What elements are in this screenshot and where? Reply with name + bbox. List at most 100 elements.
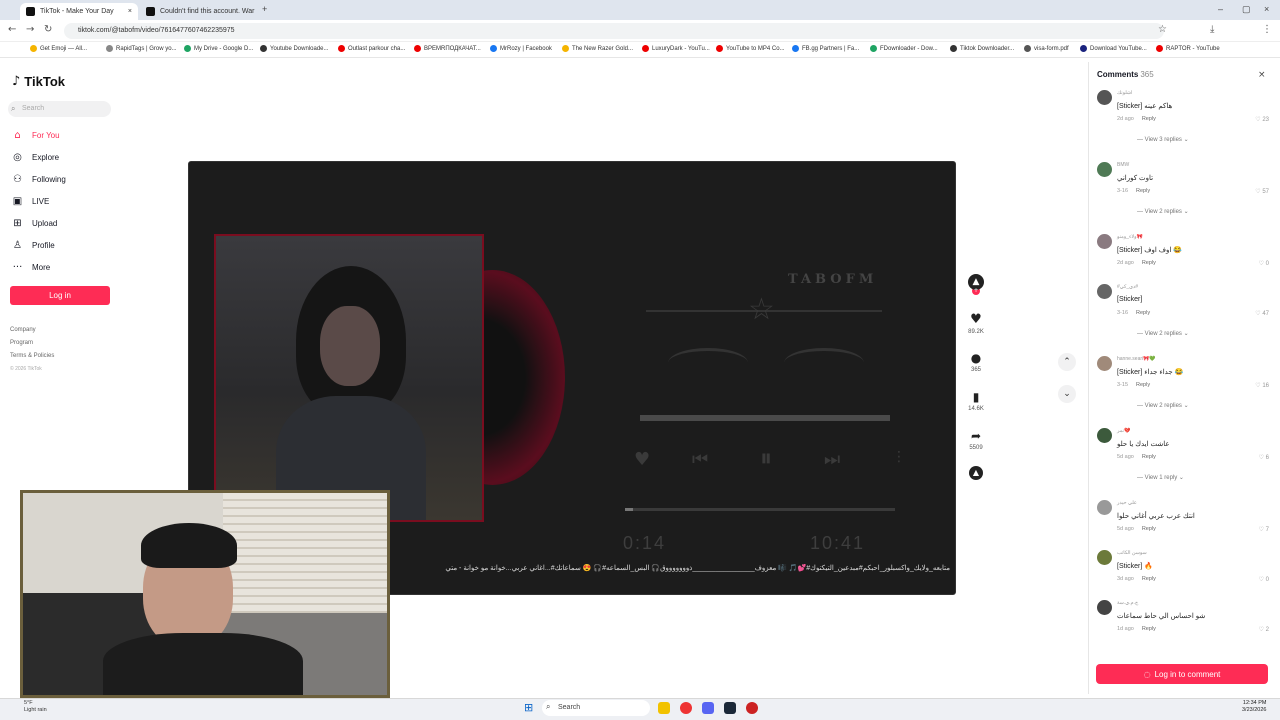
comment-like[interactable]: ♡ 0	[1259, 576, 1269, 583]
footer-link-program[interactable]: Program	[10, 340, 33, 346]
window-close-icon[interactable]: ×	[1264, 4, 1269, 14]
reply-button[interactable]: Reply	[1136, 382, 1150, 388]
comment-username[interactable]: #دي_كي#	[1117, 284, 1138, 290]
star-icon[interactable]: ☆	[1158, 24, 1167, 35]
bookmark[interactable]: RapidTags | Grow yo...	[106, 45, 177, 52]
sidebar-item-profile[interactable]: ♙ Profile	[12, 240, 55, 251]
bookmark[interactable]: The New Razer Gold...	[562, 45, 633, 52]
bookmark[interactable]: FB.gg Partners | Fa...	[792, 45, 859, 52]
view-replies-button[interactable]: — View 2 replies ⌄	[1137, 402, 1189, 409]
avatar[interactable]	[1097, 500, 1112, 515]
bookmark[interactable]: Tiktok Downloader...	[950, 45, 1014, 52]
footer-link-terms[interactable]: Terms & Policies	[10, 353, 54, 359]
reply-button[interactable]: Reply	[1142, 526, 1156, 532]
avatar[interactable]	[1097, 234, 1112, 249]
comment-like[interactable]: ♡ 0	[1259, 260, 1269, 267]
creator-avatar[interactable]: ▲ +	[964, 274, 988, 295]
view-replies-button[interactable]: — View 2 replies ⌄	[1137, 330, 1189, 337]
app-icon[interactable]	[746, 702, 758, 714]
system-clock[interactable]: 12:34 PM 3/23/2026	[1242, 700, 1266, 714]
bookmark[interactable]: YouTube to MP4 Co...	[716, 45, 785, 52]
sidebar-item-live[interactable]: ▣ LIVE	[12, 196, 50, 207]
close-icon[interactable]: ×	[1258, 70, 1266, 80]
comment-button[interactable]: ● 365	[964, 351, 988, 373]
comment-like[interactable]: ♡ 7	[1259, 526, 1269, 533]
minimize-icon[interactable]: –	[1218, 4, 1223, 14]
comment-username[interactable]: ولاء_ومنو🎀	[1117, 234, 1143, 240]
bookmark[interactable]: visa-form.pdf	[1024, 45, 1069, 52]
comment-like[interactable]: ♡ 23	[1255, 116, 1269, 123]
avatar[interactable]	[1097, 600, 1112, 615]
maximize-icon[interactable]: ▢	[1242, 4, 1251, 15]
reply-button[interactable]: Reply	[1142, 576, 1156, 582]
comment-username[interactable]: علي حيدر	[1117, 500, 1137, 506]
comment-like[interactable]: ♡ 16	[1255, 382, 1269, 389]
comment-username[interactable]: اشلونك	[1117, 90, 1132, 96]
sidebar-item-following[interactable]: ⚇ Following	[12, 174, 66, 185]
comment-like[interactable]: ♡ 47	[1255, 310, 1269, 317]
address-bar[interactable]: tiktok.com/@tabofm/video/761647760746223…	[64, 23, 1164, 39]
bookmark[interactable]: RAPTOR - YouTube	[1156, 45, 1220, 52]
share-button[interactable]: ➦ 5509	[964, 429, 988, 451]
comment-username[interactable]: BMW	[1117, 162, 1129, 168]
taskbar-search[interactable]: Search	[542, 700, 650, 716]
search-input[interactable]: Search	[8, 101, 111, 117]
avatar[interactable]	[1097, 428, 1112, 443]
bookmark[interactable]: LuxuryDark - YouTu...	[642, 45, 710, 52]
sidebar-item-upload[interactable]: ⊞ Upload	[12, 218, 57, 229]
save-button[interactable]: ▮ 14.6K	[964, 390, 988, 412]
login-button[interactable]: Log in	[10, 286, 110, 305]
tab-tiktok[interactable]: TikTok - Make Your Day ×	[20, 3, 138, 20]
comment-username[interactable]: سوسن الكاتب	[1117, 550, 1147, 556]
avatar[interactable]	[1097, 90, 1112, 105]
view-replies-button[interactable]: — View 3 replies ⌄	[1137, 136, 1189, 143]
next-video-button[interactable]: ⌄	[1058, 385, 1076, 403]
view-replies-button[interactable]: — View 1 reply ⌄	[1137, 474, 1184, 481]
start-windows-icon[interactable]: ⊞	[524, 701, 533, 714]
menu-icon[interactable]: ⋮	[1262, 24, 1272, 35]
like-button[interactable]: ♥ 89.2K	[964, 312, 988, 335]
bookmark[interactable]: Get Emoji — All...	[30, 45, 87, 52]
login-to-comment-button[interactable]: ◌ Log in to comment	[1096, 664, 1268, 684]
download-icon[interactable]: ⤓	[1210, 24, 1214, 35]
file-explorer-icon[interactable]	[658, 702, 670, 714]
bookmark[interactable]: Outlast parkour cha...	[338, 45, 405, 52]
bookmark[interactable]: BPEMRПОДКАЧАТ...	[414, 45, 481, 52]
sidebar-item-explore[interactable]: ◎ Explore	[12, 152, 59, 163]
close-icon[interactable]: ×	[128, 8, 132, 15]
chrome-icon[interactable]	[680, 702, 692, 714]
bookmark[interactable]: My Drive - Google D...	[184, 45, 253, 52]
comment-like[interactable]: ♡ 57	[1255, 188, 1269, 195]
music-disc[interactable]: ▲	[964, 466, 988, 480]
comment-like[interactable]: ♡ 6	[1259, 454, 1269, 461]
tab-account[interactable]: Couldn't find this account. War ×	[140, 3, 258, 20]
tiktok-logo[interactable]: ♪ TikTok	[12, 74, 65, 89]
back-icon[interactable]: ←	[8, 24, 16, 35]
bookmark[interactable]: Download YouTube...	[1080, 45, 1147, 52]
reply-button[interactable]: Reply	[1142, 626, 1156, 632]
bookmark[interactable]: Youtube Downloade...	[260, 45, 329, 52]
reload-icon[interactable]: ↻	[44, 24, 52, 35]
sidebar-item-for-you[interactable]: ⌂ For You	[12, 130, 59, 141]
reply-button[interactable]: Reply	[1136, 310, 1150, 316]
reply-button[interactable]: Reply	[1136, 188, 1150, 194]
steam-icon[interactable]	[724, 702, 736, 714]
footer-link-company[interactable]: Company	[10, 327, 36, 333]
weather-widget[interactable]: 5°F Light rain	[24, 700, 47, 714]
comment-like[interactable]: ♡ 2	[1259, 626, 1269, 633]
previous-video-button[interactable]: ⌃	[1058, 353, 1076, 371]
forward-icon[interactable]: →	[26, 24, 34, 35]
avatar[interactable]	[1097, 356, 1112, 371]
discord-icon[interactable]	[702, 702, 714, 714]
bookmark[interactable]: MrRozy | Facebook	[490, 45, 552, 52]
new-tab-icon[interactable]: +	[262, 4, 267, 14]
reply-button[interactable]: Reply	[1142, 116, 1156, 122]
bookmark[interactable]: FDownloader - Dow...	[870, 45, 938, 52]
avatar[interactable]	[1097, 162, 1112, 177]
reply-button[interactable]: Reply	[1142, 454, 1156, 460]
sidebar-item-more[interactable]: ··· More	[12, 262, 51, 273]
reply-button[interactable]: Reply	[1142, 260, 1156, 266]
comment-username[interactable]: نمر💔	[1117, 428, 1130, 434]
comment-username[interactable]: hanne.seari🎀💚	[1117, 356, 1156, 362]
view-replies-button[interactable]: — View 2 replies ⌄	[1137, 208, 1189, 215]
